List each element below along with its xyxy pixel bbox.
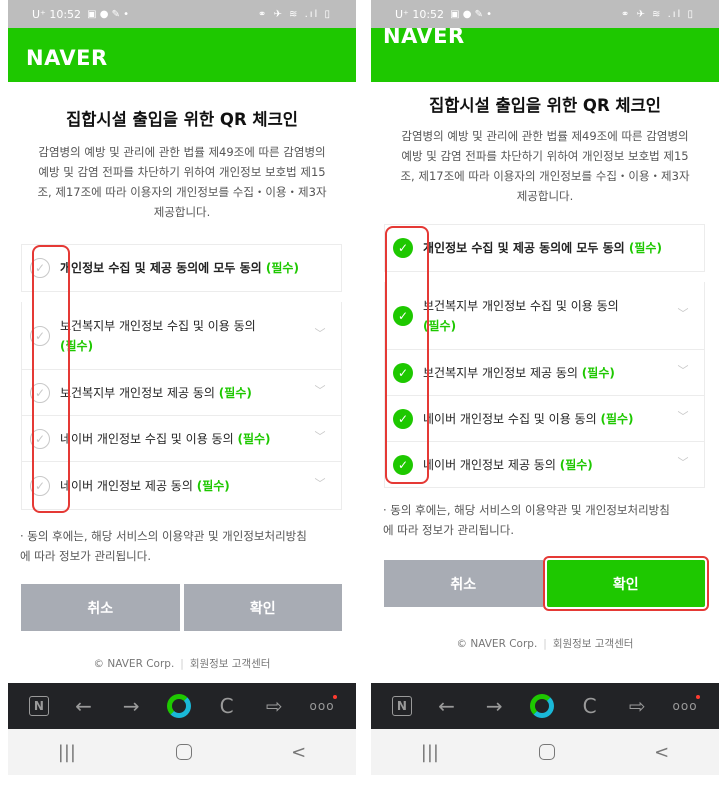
cancel-button[interactable]: 취소 bbox=[21, 584, 180, 631]
chevron-down-icon[interactable]: ﹀ bbox=[676, 411, 690, 422]
footer: © NAVER Corp. | 회원정보 고객센터 bbox=[93, 658, 271, 670]
back-arrow-icon[interactable]: ← bbox=[71, 693, 97, 719]
main-content: 집합시설 출입을 위한 QR 체크인 감염병의 예방 및 관리에 관한 법률 제… bbox=[371, 92, 719, 206]
consent-all-row[interactable]: ✓ 개인정보 수집 및 제공 동의에 모두 동의 (필수) bbox=[384, 224, 705, 272]
notification-dot bbox=[696, 695, 701, 699]
phone-screen-before: U⁺ 10:52 ▣ ● ✎ • ⚭ ✈ ≋ .ıl ▯ NAVER 집합시설 … bbox=[8, 0, 356, 785]
system-back-icon[interactable]: < bbox=[291, 742, 306, 763]
chevron-down-icon[interactable]: ﹀ bbox=[313, 328, 327, 339]
more-icon[interactable]: ooo bbox=[309, 693, 338, 719]
member-support-link[interactable]: 회원정보 고객센터 bbox=[553, 638, 634, 650]
naver-logo: NAVER bbox=[26, 46, 108, 70]
highlight-box-checkboxes bbox=[385, 226, 429, 484]
back-arrow-icon[interactable]: ← bbox=[434, 693, 460, 719]
confirm-button[interactable]: 확인 bbox=[542, 556, 709, 611]
consent-row-mohw-provide[interactable]: ✓ 보건복지부 개인정보 제공 동의 (필수) ﹀ bbox=[384, 350, 705, 396]
status-bar: U⁺ 10:52 ▣ ● ✎ • ⚭ ✈ ≋ .ıl ▯ bbox=[371, 0, 719, 28]
system-nav-bar: ||| < bbox=[8, 729, 356, 775]
copyright: © NAVER Corp. bbox=[93, 658, 175, 670]
recent-apps-icon[interactable]: ||| bbox=[421, 742, 439, 763]
page-title: 집합시설 출입을 위한 QR 체크인 bbox=[66, 110, 298, 129]
consent-description: 감염병의 예방 및 관리에 관한 법률 제49조에 따른 감염병의 예방 및 감… bbox=[400, 129, 690, 203]
cancel-button[interactable]: 취소 bbox=[384, 560, 543, 607]
more-icon[interactable]: ooo bbox=[672, 693, 701, 719]
consent-row-naver-collect[interactable]: ✓ 네이버 개인정보 수집 및 이용 동의 (필수) ﹀ bbox=[384, 396, 705, 442]
status-left-icons: ▣ ● ✎ • bbox=[87, 8, 130, 20]
highlight-box-checkboxes bbox=[32, 245, 70, 513]
forward-arrow-icon[interactable]: → bbox=[481, 693, 507, 719]
chevron-down-icon[interactable]: ﹀ bbox=[676, 457, 690, 468]
footer: © NAVER Corp. | 회원정보 고객센터 bbox=[456, 638, 634, 650]
naver-header: NAVER bbox=[8, 28, 356, 82]
status-time: U⁺ 10:52 bbox=[395, 7, 445, 21]
forward-arrow-icon[interactable]: → bbox=[118, 693, 144, 719]
refresh-icon[interactable]: C bbox=[577, 693, 603, 719]
notification-dot bbox=[333, 695, 338, 699]
main-content: 집합시설 출입을 위한 QR 체크인 감염병의 예방 및 관리에 관한 법률 제… bbox=[8, 106, 356, 222]
action-buttons: 취소 확인 bbox=[384, 556, 709, 611]
system-nav-bar: ||| < bbox=[371, 729, 719, 775]
share-icon[interactable]: ⇨ bbox=[261, 693, 287, 719]
action-buttons: 취소 확인 bbox=[21, 584, 342, 631]
naver-header: NAVER bbox=[371, 28, 719, 82]
naver-home-icon[interactable]: N bbox=[28, 696, 49, 716]
naver-home-icon[interactable]: N bbox=[391, 696, 412, 716]
home-icon[interactable] bbox=[538, 744, 555, 760]
recent-apps-icon[interactable]: ||| bbox=[58, 742, 76, 763]
consent-description: 감염병의 예방 및 관리에 관한 법률 제49조에 따른 감염병의 예방 및 감… bbox=[37, 145, 327, 219]
chevron-down-icon[interactable]: ﹀ bbox=[313, 431, 327, 442]
chevron-down-icon[interactable]: ﹀ bbox=[313, 478, 327, 489]
consent-list: ✓ 개인정보 수집 및 제공 동의에 모두 동의 (필수) ✓ 보건복지부 개인… bbox=[384, 224, 705, 488]
refresh-icon[interactable]: C bbox=[214, 693, 240, 719]
green-dot-icon[interactable] bbox=[529, 694, 554, 718]
page-title: 집합시설 출입을 위한 QR 체크인 bbox=[429, 96, 661, 115]
member-support-link[interactable]: 회원정보 고객센터 bbox=[190, 658, 271, 670]
share-icon[interactable]: ⇨ bbox=[624, 693, 650, 719]
consent-row-mohw-collect[interactable]: ✓ 보건복지부 개인정보 수집 및 이용 동의 (필수) ﹀ bbox=[384, 282, 705, 350]
browser-toolbar: N ← → C ⇨ ooo bbox=[371, 683, 719, 729]
green-dot-icon[interactable] bbox=[166, 694, 191, 718]
phone-screen-after: U⁺ 10:52 ▣ ● ✎ • ⚭ ✈ ≋ .ıl ▯ NAVER 집합시설 … bbox=[371, 0, 719, 785]
status-bar: U⁺ 10:52 ▣ ● ✎ • ⚭ ✈ ≋ .ıl ▯ bbox=[8, 0, 356, 28]
status-time: U⁺ 10:52 bbox=[32, 7, 82, 21]
chevron-down-icon[interactable]: ﹀ bbox=[676, 308, 690, 319]
system-back-icon[interactable]: < bbox=[654, 742, 669, 763]
consent-note: · 동의 후에는, 해당 서비스의 이용약관 및 개인정보처리방침 에 따라 정… bbox=[20, 529, 307, 563]
consent-row-naver-provide[interactable]: ✓ 네이버 개인정보 제공 동의 (필수) ﹀ bbox=[384, 442, 705, 488]
home-icon[interactable] bbox=[175, 744, 192, 760]
chevron-down-icon[interactable]: ﹀ bbox=[676, 365, 690, 376]
browser-toolbar: N ← → C ⇨ ooo bbox=[8, 683, 356, 729]
consent-note: · 동의 후에는, 해당 서비스의 이용약관 및 개인정보처리방침 에 따라 정… bbox=[383, 503, 670, 537]
status-right-icons: ⚭ ✈ ≋ .ıl ▯ bbox=[620, 8, 695, 20]
naver-logo: NAVER bbox=[383, 28, 465, 48]
status-right-icons: ⚭ ✈ ≋ .ıl ▯ bbox=[257, 8, 332, 20]
status-left-icons: ▣ ● ✎ • bbox=[450, 8, 493, 20]
confirm-button[interactable]: 확인 bbox=[183, 584, 342, 631]
copyright: © NAVER Corp. bbox=[456, 638, 538, 650]
chevron-down-icon[interactable]: ﹀ bbox=[313, 385, 327, 396]
